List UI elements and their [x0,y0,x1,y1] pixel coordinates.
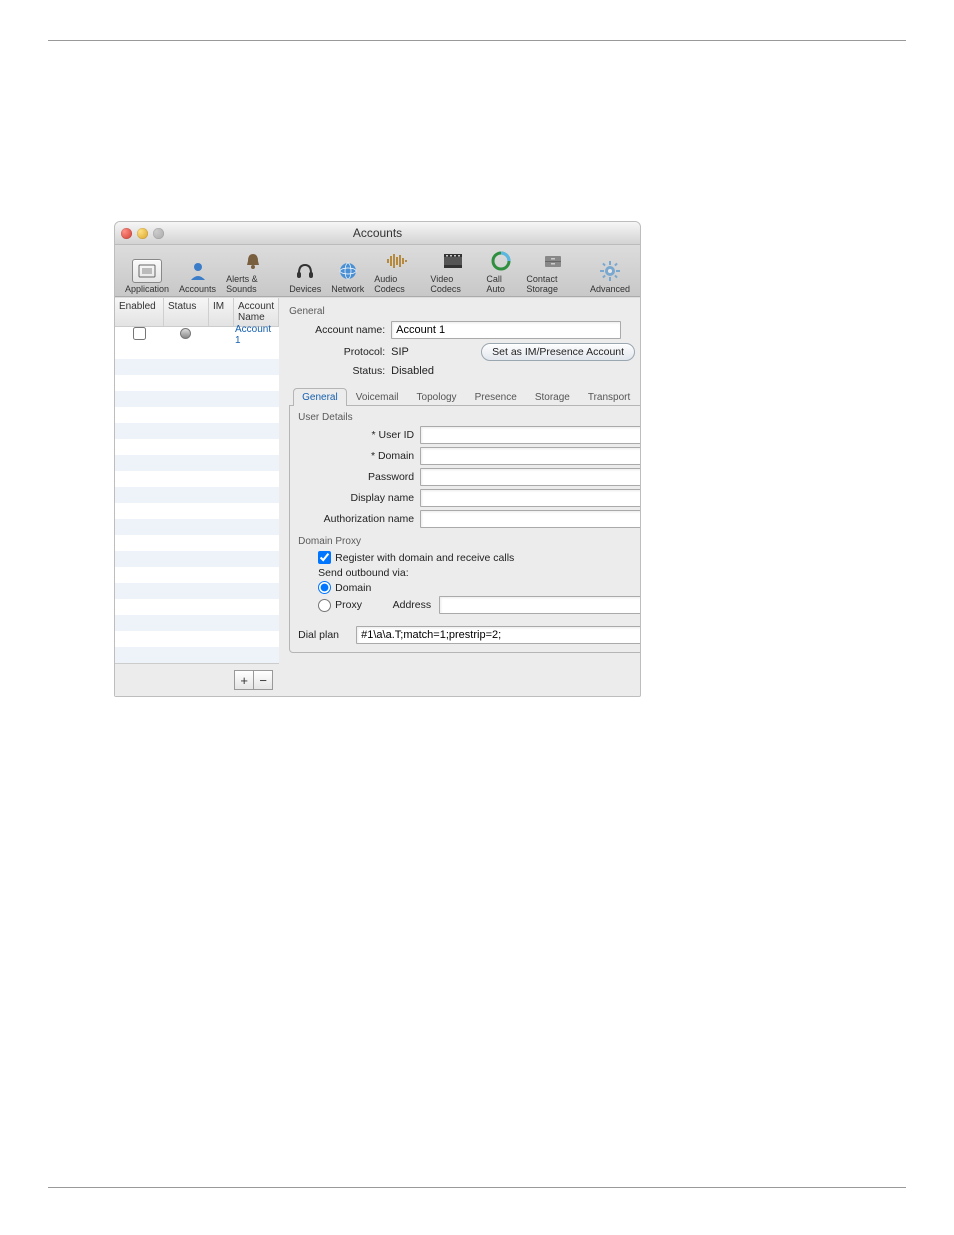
toolbar-label: Contact Storage [526,274,580,294]
outbound-domain-label: Domain [335,582,371,594]
drawer-icon [538,249,568,273]
user-details-heading: User Details [298,412,641,423]
toolbar-advanced[interactable]: Advanced [586,259,634,294]
bell-icon [238,249,268,273]
domain-label: * Domain [298,450,420,462]
remove-account-button[interactable]: − [254,670,273,690]
register-checkbox[interactable] [318,551,331,564]
status-offline-icon [180,328,191,339]
toolbar-label: Devices [289,284,321,294]
user-id-label: * User ID [298,429,420,441]
account-row[interactable]: Account 1 [115,327,279,343]
app-icon [132,259,162,283]
tab-voicemail[interactable]: Voicemail [347,388,408,406]
window-title: Accounts [115,226,640,240]
status-label: Status: [289,365,391,377]
send-via-label: Send outbound via: [318,567,641,579]
user-id-input[interactable] [420,426,641,444]
auth-name-input[interactable] [420,510,641,528]
dial-plan-input[interactable] [356,626,641,644]
outbound-domain-radio[interactable] [318,581,331,594]
tab-transport[interactable]: Transport [579,388,639,406]
user-icon [183,259,213,283]
preferences-toolbar: Application Accounts Alerts & Sounds Dev… [115,245,640,297]
tab-presence[interactable]: Presence [466,388,526,406]
display-name-label: Display name [298,492,420,504]
tab-general[interactable]: General [293,388,347,406]
auth-name-label: Authorization name [298,513,420,525]
col-im[interactable]: IM [209,298,234,326]
toolbar-label: Video Codecs [430,274,476,294]
proxy-address-label: Address [383,599,435,611]
password-input[interactable] [420,468,641,486]
toolbar-label: Accounts [179,284,216,294]
domain-input[interactable] [420,447,641,465]
tab-general-pane: User Details * User ID * Domain Password [289,406,641,653]
toolbar-label: Application [125,284,169,294]
toolbar-label: Advanced [590,284,630,294]
proxy-address-input[interactable] [439,596,641,614]
set-im-presence-button[interactable]: Set as IM/Presence Account [481,343,635,361]
col-account-name[interactable]: Account Name [234,298,279,326]
toolbar-devices[interactable]: Devices [285,259,325,294]
accounts-sidebar: Enabled Status IM Account Name Account 1 [115,298,279,696]
tab-advanced[interactable]: Advanced [639,388,641,406]
toolbar-label: Alerts & Sounds [226,274,279,294]
tab-storage[interactable]: Storage [526,388,579,406]
account-detail-panel: General Account name: Protocol: SIP Set … [279,298,641,696]
waveform-icon [382,249,412,273]
toolbar-label: Network [331,284,364,294]
protocol-value: SIP [391,346,481,358]
accounts-list-empty [115,343,279,663]
globe-icon [333,259,363,283]
register-label: Register with domain and receive calls [335,552,514,564]
account-name-label: Account name: [289,324,391,336]
outbound-proxy-radio[interactable] [318,599,331,612]
titlebar: Accounts [115,222,640,245]
toolbar-alerts-sounds[interactable]: Alerts & Sounds [222,249,283,294]
col-enabled[interactable]: Enabled [115,298,164,326]
circle-icon [486,249,516,273]
account-tabs: General Voicemail Topology Presence Stor… [289,387,641,406]
password-label: Password [298,471,420,483]
film-icon [438,249,468,273]
add-account-button[interactable]: + [234,670,254,690]
gear-icon [595,259,625,283]
status-value: Disabled [391,365,434,377]
toolbar-label: Call Auto [486,274,516,294]
outbound-proxy-label: Proxy [335,599,379,611]
toolbar-label: Audio Codecs [374,274,420,294]
toolbar-accounts[interactable]: Accounts [175,259,220,294]
toolbar-call-auto[interactable]: Call Auto [482,249,520,294]
toolbar-audio-codecs[interactable]: Audio Codecs [370,249,424,294]
toolbar-network[interactable]: Network [327,259,368,294]
account-name-input[interactable] [391,321,621,339]
preferences-window: Accounts Application Accounts Alerts & S… [114,221,641,697]
domain-proxy-heading: Domain Proxy [298,536,641,547]
toolbar-contact-storage[interactable]: Contact Storage [522,249,584,294]
protocol-label: Protocol: [289,346,391,358]
col-status[interactable]: Status [164,298,209,326]
account-enabled-checkbox[interactable] [133,327,146,340]
display-name-input[interactable] [420,489,641,507]
tab-topology[interactable]: Topology [408,388,466,406]
dial-plan-label: Dial plan [298,629,356,641]
headset-icon [290,259,320,283]
toolbar-application[interactable]: Application [121,259,173,294]
toolbar-video-codecs[interactable]: Video Codecs [426,249,480,294]
general-heading: General [289,306,641,317]
